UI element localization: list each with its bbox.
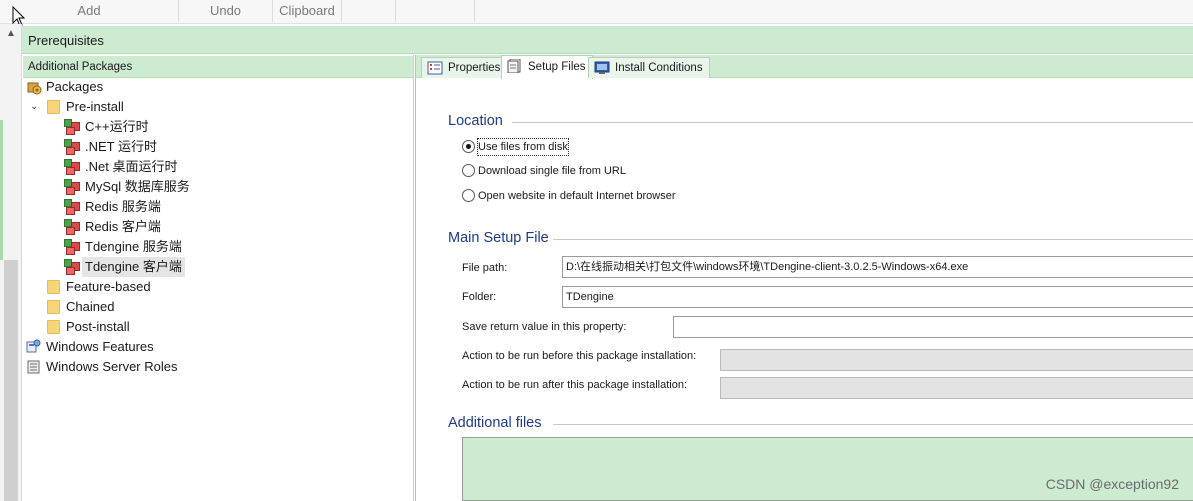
chevron-down-icon[interactable]: ⌄	[30, 97, 38, 117]
ribbon-group-clipboard[interactable]: Clipboard	[273, 0, 342, 22]
radio-button[interactable]	[462, 189, 475, 202]
action-after-field	[720, 377, 1193, 399]
tree-item-label: Tdengine 客户端	[82, 257, 185, 277]
action-before-label: Action to be run before this package ins…	[462, 350, 697, 362]
tab-bar: Properties Setup Files Install Condition…	[416, 55, 1193, 79]
tree-item-label: C++运行时	[85, 119, 149, 134]
tree-item-label: Pre-install	[66, 99, 124, 114]
tree-item-label: Redis 服务端	[85, 199, 161, 214]
properties-icon	[427, 61, 443, 75]
setup-files-icon	[507, 59, 521, 73]
action-before-field	[720, 349, 1193, 371]
section-title-location: Location	[448, 113, 503, 129]
package-icon	[64, 239, 80, 255]
ribbon-group-label: Undo	[209, 3, 242, 18]
tree-item-label: .NET 运行时	[85, 139, 157, 154]
watermark-text: CSDN @exception92	[1045, 476, 1179, 492]
ribbon-toolbar: Add Undo Clipboard	[0, 0, 1193, 24]
tree-item-post-install[interactable]: Post-install	[22, 317, 412, 337]
radio-button[interactable]	[462, 140, 475, 153]
scrollbar-thumb[interactable]	[4, 260, 18, 501]
tree-item-label: Windows Features	[46, 339, 154, 354]
packages-icon	[27, 82, 42, 95]
folder-icon	[47, 100, 60, 114]
save-return-value-label: Save return value in this property:	[462, 321, 627, 333]
tab-properties[interactable]: Properties	[421, 57, 508, 78]
tab-label: Install Conditions	[615, 62, 703, 74]
tree-item-package[interactable]: Redis 服务端	[22, 197, 412, 217]
tree-item-windows-features[interactable]: Windows Features	[22, 337, 412, 357]
tree-item-package[interactable]: C++运行时	[22, 117, 412, 137]
package-icon	[64, 259, 80, 275]
tab-label: Properties	[448, 62, 501, 74]
tree-item-windows-server-roles[interactable]: Windows Server Roles	[22, 357, 412, 377]
tree-item-label: Feature-based	[66, 279, 151, 294]
tree-item-label: MySql 数据库服务	[85, 179, 190, 194]
tree-item-label: .Net 桌面运行时	[85, 159, 178, 174]
tree-item-package[interactable]: .NET 运行时	[22, 137, 412, 157]
tab-install-conditions[interactable]: Install Conditions	[588, 57, 710, 78]
package-icon	[64, 139, 80, 155]
tree-item-package-selected[interactable]: Tdengine 客户端	[22, 257, 412, 277]
folder-label: Folder:	[462, 291, 497, 303]
left-edge-highlight	[0, 120, 3, 260]
tree-item-label: Tdengine 服务端	[85, 239, 182, 254]
pane-title: Additional Packages	[28, 61, 133, 73]
radio-button[interactable]	[462, 164, 475, 177]
scroll-up-icon[interactable]: ▲	[6, 28, 16, 39]
windows-features-icon	[26, 339, 41, 353]
file-path-field[interactable]: D:\在线振动相关\打包文件\windows环境\TDengine-client…	[562, 256, 1193, 278]
tree-item-label: Windows Server Roles	[46, 359, 178, 374]
tree-item-package[interactable]: MySql 数据库服务	[22, 177, 412, 197]
tree-item-package[interactable]: .Net 桌面运行时	[22, 157, 412, 177]
tree-item-packages[interactable]: Packages	[22, 77, 412, 97]
tree-item-label: Chained	[66, 299, 115, 314]
tree-item-label: Packages	[46, 79, 104, 94]
prerequisites-header: Prerequisites	[22, 26, 1193, 54]
package-icon	[64, 119, 80, 135]
folder-icon	[47, 320, 60, 334]
folder-field[interactable]: TDengine	[562, 286, 1193, 308]
tree-item-chained[interactable]: Chained	[22, 297, 412, 317]
tree-item-label: Redis 客户端	[85, 219, 161, 234]
folder-icon	[47, 300, 60, 314]
tree-item-pre-install[interactable]: ⌄ Pre-install	[22, 97, 412, 117]
ribbon-group-label: Clipboard	[279, 3, 335, 18]
tree-item-label: Post-install	[66, 319, 130, 334]
page-title: Prerequisites	[28, 33, 104, 48]
section-divider	[553, 424, 1193, 425]
tab-label: Setup Files	[528, 61, 586, 73]
ribbon-group-label: Add	[77, 3, 101, 18]
tab-setup-files[interactable]: Setup Files	[501, 55, 593, 79]
ribbon-group-undo[interactable]: Undo	[179, 0, 273, 22]
radio-label: Open website in default Internet browser	[478, 190, 676, 202]
ribbon-group-empty-1	[342, 0, 396, 22]
section-title-main-setup-file: Main Setup File	[448, 230, 549, 246]
file-path-label: File path:	[462, 262, 508, 274]
package-icon	[64, 159, 80, 175]
ribbon-group-add[interactable]: Add	[0, 0, 179, 22]
server-roles-icon	[27, 360, 40, 374]
radio-label: Use files from disk	[477, 138, 569, 156]
section-divider	[553, 239, 1193, 240]
section-divider	[512, 122, 1193, 123]
tree-item-package[interactable]: Redis 客户端	[22, 217, 412, 237]
save-return-value-field[interactable]	[673, 316, 1193, 338]
additional-packages-pane: Additional Packages Packages ⌄ Pre-insta…	[22, 55, 414, 501]
action-after-label: Action to be run after this package inst…	[462, 379, 688, 391]
folder-icon	[47, 280, 60, 294]
section-title-additional-files: Additional files	[448, 415, 542, 431]
package-icon	[64, 179, 80, 195]
package-icon	[64, 219, 80, 235]
setup-files-pane: Properties Setup Files Install Condition…	[415, 55, 1193, 501]
pane-title-bar: Additional Packages	[23, 56, 413, 78]
ribbon-group-empty-2	[396, 0, 475, 22]
tree-item-package[interactable]: Tdengine 服务端	[22, 237, 412, 257]
tree-item-feature-based[interactable]: Feature-based	[22, 277, 412, 297]
install-conditions-icon	[594, 61, 610, 74]
left-scroll-strip: ▲	[0, 24, 22, 501]
radio-label: Download single file from URL	[478, 165, 626, 177]
package-icon	[64, 199, 80, 215]
